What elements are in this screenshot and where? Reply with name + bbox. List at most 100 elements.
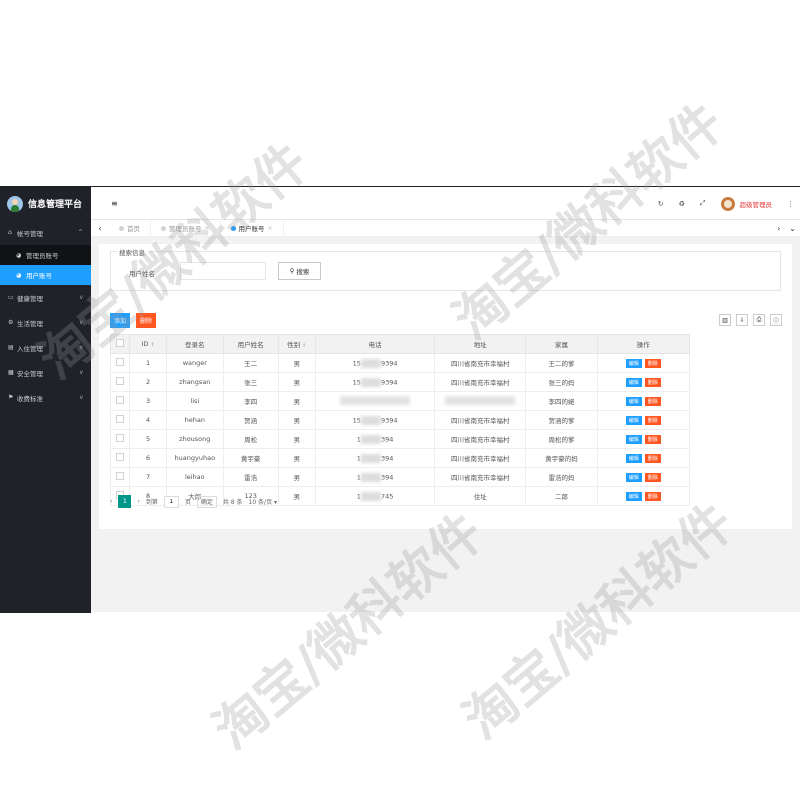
search-button[interactable]: ⚲ 搜索 (278, 262, 321, 280)
total-count: 共 8 条 (222, 499, 243, 506)
prev-page-icon[interactable]: ‹ (110, 498, 112, 505)
header-gender[interactable]: 性别 ⇕ (277, 334, 317, 354)
delete-button[interactable]: 删除 (644, 472, 661, 482)
cell-address: 四川省南充市幸福村 (433, 372, 527, 392)
edit-button[interactable]: 编辑 (625, 358, 642, 368)
sidebar-group-account[interactable]: ⌂ 帐号管理 ^ (0, 220, 91, 245)
cell-actions: 编辑 删除 (596, 372, 690, 392)
clear-cache-icon[interactable]: ♻ (679, 200, 685, 208)
columns-filter-icon[interactable]: ▥ (719, 314, 731, 326)
admin-name[interactable]: 超级管理员 (740, 199, 773, 209)
cell-login: zhousong (165, 429, 224, 449)
redacted-blur (340, 395, 411, 405)
delete-button[interactable]: 删除 (644, 415, 661, 425)
cell-id: 2 (129, 372, 167, 392)
delete-button[interactable]: 删除 (644, 491, 661, 501)
sidebar-group-fees[interactable]: ⚑ 收费标准 v (0, 385, 91, 410)
edit-button[interactable]: 编辑 (625, 491, 642, 501)
avatar[interactable] (720, 196, 735, 211)
delete-button[interactable]: 删除 (644, 358, 661, 368)
tab-menu-chevron-down-icon[interactable]: ⌄ (789, 224, 796, 233)
row-checkbox-cell[interactable] (109, 429, 131, 449)
delete-button[interactable]: 删除 (644, 377, 661, 387)
row-checkbox[interactable] (116, 472, 125, 480)
edit-button[interactable]: 编辑 (625, 434, 642, 444)
page-unit: 页 (184, 499, 191, 506)
cell-gender: 男 (277, 372, 317, 392)
row-checkbox-cell[interactable] (109, 467, 131, 487)
home-icon: ⌂ (8, 229, 12, 236)
table-header-row: ID ⇕ 登录名 用户姓名 性别 ⇕ 电话 地址 家属 操作 (109, 334, 690, 354)
row-checkbox[interactable] (116, 377, 125, 385)
info-icon[interactable]: ⓘ (770, 314, 782, 326)
menu-toggle-icon[interactable]: ≡ (111, 199, 118, 208)
row-checkbox[interactable] (116, 434, 125, 442)
goto-confirm-button[interactable]: 确定 (196, 495, 217, 508)
table-row: 4 hehan 贺涵男 15 9394 四川省南充市幸福村 贺涵的爹 编辑 删除 (109, 410, 690, 430)
cell-phone: 1 394 (315, 429, 435, 449)
cell-family: 雷浩的妈 (525, 467, 598, 487)
cell-phone: 1 394 (315, 467, 435, 487)
cell-name: 周松 (222, 429, 279, 449)
header-phone: 电话 (315, 334, 435, 354)
edit-button[interactable]: 编辑 (625, 377, 642, 387)
cell-name: 李四 (222, 391, 279, 411)
table-row: 7 leihao 雷浩男 1 394 四川省南充市幸福村 雷浩的妈 编辑 删除 (109, 467, 690, 487)
more-icon[interactable]: ⋮ (787, 200, 794, 208)
delete-button[interactable]: 删除 (644, 434, 661, 444)
row-checkbox-cell[interactable] (109, 391, 131, 411)
fullscreen-icon[interactable]: ⤢ (700, 199, 706, 208)
tab-scroll-left-icon[interactable]: ‹ (91, 224, 109, 233)
logo-avatar-icon (7, 195, 23, 212)
edit-button[interactable]: 编辑 (625, 415, 642, 425)
sidebar-item-admin-accounts[interactable]: ◕ 管理员账号 (0, 245, 91, 265)
row-checkbox[interactable] (116, 396, 125, 404)
row-checkbox-cell[interactable] (109, 372, 131, 392)
brand-title: 信息管理平台 (28, 200, 83, 210)
close-icon[interactable]: × (268, 225, 273, 232)
delete-button[interactable]: 删除 (644, 453, 661, 463)
cell-address: 四川省南充市幸福村 (433, 353, 527, 373)
tab-scroll-right-icon[interactable]: › (777, 224, 780, 233)
row-checkbox-cell[interactable] (109, 410, 131, 430)
cell-actions: 编辑 删除 (596, 391, 690, 411)
sort-icon[interactable]: ⇕ (302, 343, 306, 349)
cell-actions: 编辑 删除 (596, 353, 690, 373)
tab-right-controls: › ⌄ (777, 224, 796, 233)
print-icon[interactable]: ⎙ (753, 314, 765, 326)
cell-phone: 1 745 (315, 486, 435, 506)
cell-family: 李四的姥 (525, 391, 598, 411)
search-button-label: 搜索 (296, 269, 310, 276)
row-checkbox-cell[interactable] (109, 448, 131, 468)
edit-button[interactable]: 编辑 (625, 453, 642, 463)
header-id[interactable]: ID ⇕ (129, 334, 167, 354)
redacted-blur (360, 434, 381, 444)
delete-button[interactable]: 删除 (644, 396, 661, 406)
monitor-icon: ▭ (8, 294, 14, 301)
dashboard-icon: ◕ (16, 251, 22, 259)
sort-icon[interactable]: ⇕ (150, 342, 154, 348)
sidebar-group-label: 健康管理 (17, 294, 43, 303)
next-page-icon[interactable]: › (137, 498, 139, 505)
cell-address (433, 391, 527, 411)
page-size-select[interactable]: 10 条/页 ▾ (249, 497, 278, 506)
edit-button[interactable]: 编辑 (625, 396, 642, 406)
sidebar-item-user-accounts[interactable]: ◕ 用户账号 (0, 265, 91, 285)
table-tools: ▥ ⇩ ⎙ ⓘ (719, 314, 782, 326)
pagination: ‹ 1 › 到第 页 确定 共 8 条 10 条/页 ▾ (110, 495, 277, 508)
export-icon[interactable]: ⇩ (736, 314, 748, 326)
row-checkbox-cell[interactable] (109, 353, 131, 373)
cell-address: 四川省南充市幸福村 (433, 410, 527, 430)
row-checkbox[interactable] (116, 453, 125, 461)
edit-button[interactable]: 编辑 (625, 472, 642, 482)
table-row: 5 zhousong 周松男 1 394 四川省南充市幸福村 周松的爹 编辑 删除 (109, 429, 690, 449)
cell-id: 4 (129, 410, 167, 430)
row-checkbox[interactable] (116, 358, 125, 366)
cell-gender: 男 (277, 467, 317, 487)
goto-page-input[interactable] (163, 495, 179, 508)
page-current[interactable]: 1 (118, 495, 132, 508)
chevron-up-icon: ^ (77, 229, 83, 236)
row-checkbox[interactable] (116, 415, 125, 423)
redacted-blur (445, 395, 516, 405)
sidebar-group-label: 安全管理 (17, 369, 43, 378)
